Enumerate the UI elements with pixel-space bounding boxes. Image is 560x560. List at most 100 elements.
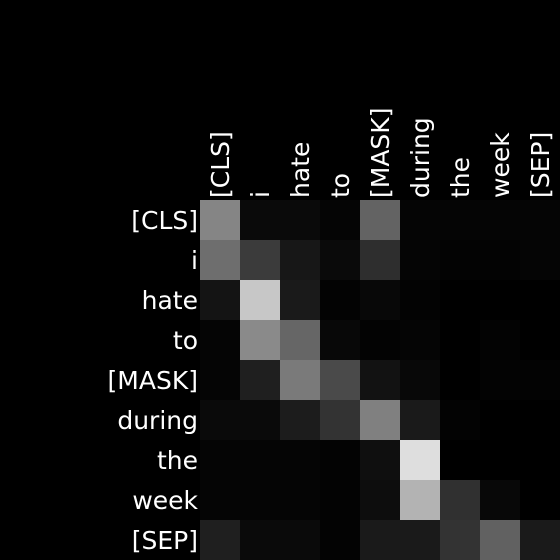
heatmap-cell-r2-c3 bbox=[320, 280, 360, 320]
heatmap-cell-r3-c6 bbox=[440, 320, 480, 360]
heatmap-cell-r7-c2 bbox=[280, 480, 320, 520]
heatmap-cell-r4-c6 bbox=[440, 360, 480, 400]
attention-heatmap-canvas: [CLS] i hate to [MASK] during the week [SEP] [CL… bbox=[0, 0, 560, 560]
row-label: to bbox=[173, 326, 198, 355]
heatmap-cell-r7-c5 bbox=[400, 480, 440, 520]
column-label: during bbox=[406, 117, 435, 198]
heatmap-cell-r5-c0 bbox=[200, 400, 240, 440]
heatmap-cell-r1-c3 bbox=[320, 240, 360, 280]
column-label: [CLS] bbox=[206, 131, 235, 198]
heatmap-cell-r0-c6 bbox=[440, 200, 480, 240]
heatmap-cell-r7-c8 bbox=[520, 480, 560, 520]
heatmap-cell-r4-c0 bbox=[200, 360, 240, 400]
heatmap-cell-r5-c6 bbox=[440, 400, 480, 440]
heatmap-cell-r2-c6 bbox=[440, 280, 480, 320]
row-labels: [CLS] i hate to [MASK] during the week [SEP] bbox=[108, 206, 199, 555]
column-label: [SEP] bbox=[526, 132, 555, 198]
heatmap-cell-r0-c4 bbox=[360, 200, 400, 240]
heatmap-cell-r6-c2 bbox=[280, 440, 320, 480]
row-label: [MASK] bbox=[108, 366, 198, 395]
heatmap-cell-r3-c3 bbox=[320, 320, 360, 360]
heatmap-cell-r4-c3 bbox=[320, 360, 360, 400]
heatmap-cell-r8-c3 bbox=[320, 520, 360, 560]
heatmap-cell-r7-c0 bbox=[200, 480, 240, 520]
heatmap-cell-r8-c8 bbox=[520, 520, 560, 560]
heatmap-cell-r8-c0 bbox=[200, 520, 240, 560]
heatmap-cell-r6-c5 bbox=[400, 440, 440, 480]
heatmap-cell-r3-c8 bbox=[520, 320, 560, 360]
heatmap-cell-r5-c2 bbox=[280, 400, 320, 440]
heatmap-cell-r4-c8 bbox=[520, 360, 560, 400]
heatmap-cell-r2-c4 bbox=[360, 280, 400, 320]
heatmap-cell-r2-c5 bbox=[400, 280, 440, 320]
heatmap-cell-r5-c7 bbox=[480, 400, 520, 440]
heatmap-cell-r4-c2 bbox=[280, 360, 320, 400]
attention-heatmap: [CLS] i hate to [MASK] during the week [SEP] [CL… bbox=[108, 108, 560, 560]
heatmap-cell-r3-c4 bbox=[360, 320, 400, 360]
heatmap-cell-r2-c7 bbox=[480, 280, 520, 320]
heatmap-cell-r3-c0 bbox=[200, 320, 240, 360]
heatmap-cell-r3-c1 bbox=[240, 320, 280, 360]
heatmap-cell-r7-c6 bbox=[440, 480, 480, 520]
heatmap-cell-r7-c4 bbox=[360, 480, 400, 520]
heatmap-cell-r3-c7 bbox=[480, 320, 520, 360]
heatmap-cell-r2-c1 bbox=[240, 280, 280, 320]
heatmap-cell-r8-c2 bbox=[280, 520, 320, 560]
heatmap-cell-r5-c3 bbox=[320, 400, 360, 440]
heatmap-cell-r5-c8 bbox=[520, 400, 560, 440]
heatmap-cell-r4-c7 bbox=[480, 360, 520, 400]
heatmap-cell-r8-c4 bbox=[360, 520, 400, 560]
heatmap-cell-r7-c1 bbox=[240, 480, 280, 520]
heatmap-cell-r6-c8 bbox=[520, 440, 560, 480]
heatmap-cell-r1-c0 bbox=[200, 240, 240, 280]
heatmap-cell-r6-c1 bbox=[240, 440, 280, 480]
heatmap-cell-r0-c3 bbox=[320, 200, 360, 240]
heatmap-cell-r1-c7 bbox=[480, 240, 520, 280]
heatmap-cell-r7-c3 bbox=[320, 480, 360, 520]
heatmap-cell-r6-c4 bbox=[360, 440, 400, 480]
heatmap-cell-r5-c4 bbox=[360, 400, 400, 440]
column-label: [MASK] bbox=[366, 108, 395, 198]
heatmap-cells bbox=[200, 200, 560, 560]
heatmap-cell-r3-c5 bbox=[400, 320, 440, 360]
heatmap-cell-r8-c5 bbox=[400, 520, 440, 560]
row-label: week bbox=[132, 486, 198, 515]
heatmap-cell-r2-c2 bbox=[280, 280, 320, 320]
column-labels: [CLS] i hate to [MASK] during the week [SEP] bbox=[206, 108, 555, 198]
heatmap-cell-r1-c2 bbox=[280, 240, 320, 280]
heatmap-cell-r4-c4 bbox=[360, 360, 400, 400]
heatmap-cell-r4-c1 bbox=[240, 360, 280, 400]
row-label: [CLS] bbox=[131, 206, 198, 235]
row-label: hate bbox=[142, 286, 198, 315]
heatmap-cell-r8-c1 bbox=[240, 520, 280, 560]
heatmap-cell-r6-c3 bbox=[320, 440, 360, 480]
heatmap-cell-r7-c7 bbox=[480, 480, 520, 520]
heatmap-cell-r0-c7 bbox=[480, 200, 520, 240]
row-label: [SEP] bbox=[132, 526, 198, 555]
heatmap-cell-r6-c0 bbox=[200, 440, 240, 480]
column-label: hate bbox=[286, 142, 315, 198]
heatmap-cell-r0-c5 bbox=[400, 200, 440, 240]
row-label: i bbox=[191, 246, 198, 275]
heatmap-cell-r1-c8 bbox=[520, 240, 560, 280]
heatmap-cell-r3-c2 bbox=[280, 320, 320, 360]
heatmap-cell-r0-c8 bbox=[520, 200, 560, 240]
heatmap-cell-r6-c7 bbox=[480, 440, 520, 480]
heatmap-cell-r0-c2 bbox=[280, 200, 320, 240]
column-label: week bbox=[486, 132, 515, 198]
row-label: during bbox=[117, 406, 198, 435]
heatmap-cell-r8-c7 bbox=[480, 520, 520, 560]
heatmap-cell-r4-c5 bbox=[400, 360, 440, 400]
heatmap-cell-r8-c6 bbox=[440, 520, 480, 560]
heatmap-cell-r1-c1 bbox=[240, 240, 280, 280]
heatmap-cell-r5-c5 bbox=[400, 400, 440, 440]
heatmap-cell-r2-c0 bbox=[200, 280, 240, 320]
heatmap-cell-r1-c6 bbox=[440, 240, 480, 280]
heatmap-cell-r6-c6 bbox=[440, 440, 480, 480]
column-label: to bbox=[326, 173, 355, 198]
heatmap-cell-r1-c4 bbox=[360, 240, 400, 280]
heatmap-cell-r0-c0 bbox=[200, 200, 240, 240]
column-label: the bbox=[446, 157, 475, 198]
heatmap-cell-r0-c1 bbox=[240, 200, 280, 240]
heatmap-cell-r5-c1 bbox=[240, 400, 280, 440]
